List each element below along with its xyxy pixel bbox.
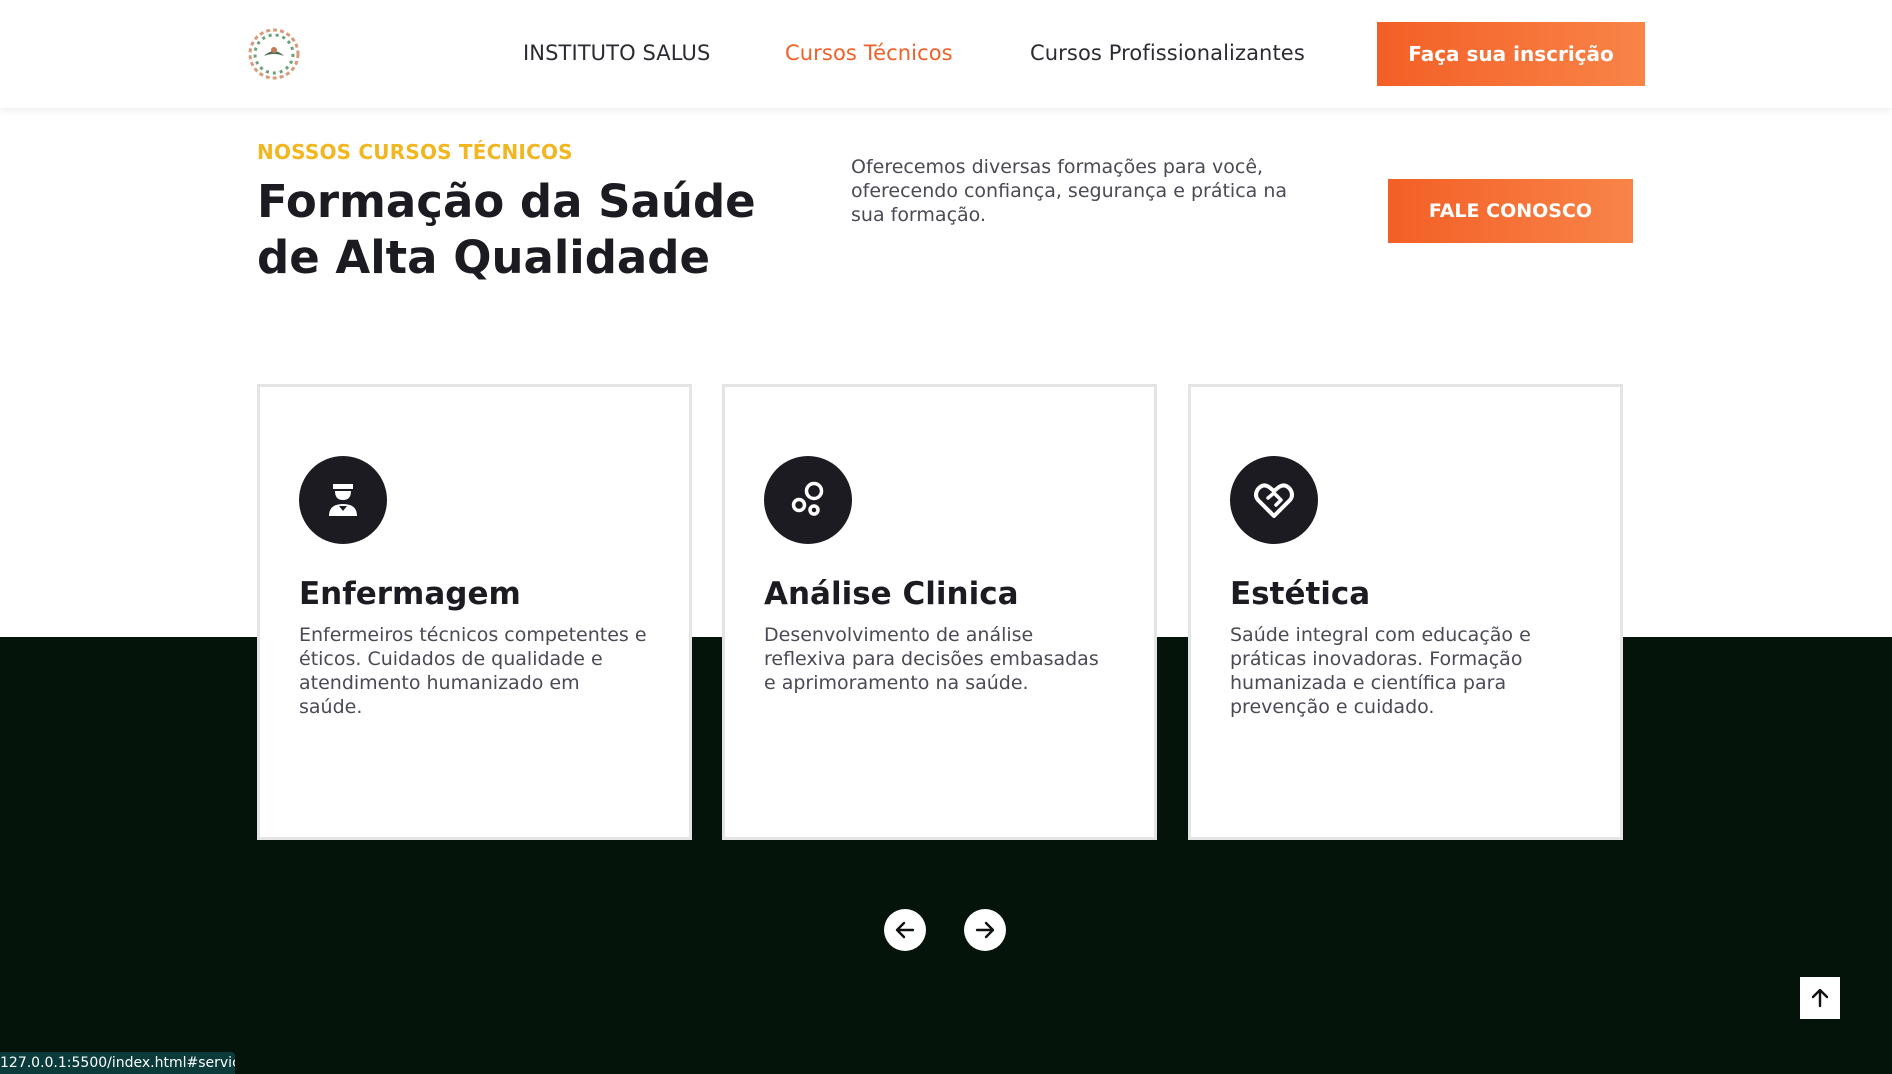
nav-instituto-salus[interactable]: INSTITUTO SALUS xyxy=(523,41,710,65)
card-title: Análise Clinica xyxy=(764,576,1019,612)
back-to-top-button[interactable] xyxy=(1800,977,1840,1019)
card-text: Enfermeiros técnicos competentes e ético… xyxy=(299,624,647,718)
logo[interactable] xyxy=(244,24,304,84)
card-title: Estética xyxy=(1230,576,1371,612)
browser-status-url: 127.0.0.1:5500/index.html#services xyxy=(0,1052,235,1074)
course-card-estetica[interactable]: Estética Saúde integral com educação e p… xyxy=(1188,384,1623,840)
nav-cursos-profissionalizantes[interactable]: Cursos Profissionalizantes xyxy=(1030,41,1305,65)
signup-button[interactable]: Faça sua inscrição xyxy=(1377,22,1645,86)
bubbles-icon xyxy=(764,456,852,544)
arrow-right-icon xyxy=(975,921,995,939)
contact-button[interactable]: FALE CONOSCO xyxy=(1388,179,1633,243)
carousel-next-button[interactable] xyxy=(964,909,1006,951)
course-card-analise-clinica[interactable]: Análise Clinica Desenvolvimento de análi… xyxy=(722,384,1157,840)
card-text: Saúde integral com educação e práticas i… xyxy=(1230,624,1531,718)
section-intro: Oferecemos diversas formações para você,… xyxy=(851,156,1288,226)
course-card-enfermagem[interactable]: Enfermagem Enfermeiros técnicos competen… xyxy=(257,384,692,840)
nav-cursos-tecnicos[interactable]: Cursos Técnicos xyxy=(785,41,953,65)
card-text: Desenvolvimento de análise reflexiva par… xyxy=(764,624,1099,694)
arrow-up-icon xyxy=(1811,988,1829,1008)
nurse-icon xyxy=(299,456,387,544)
heart-handshake-icon xyxy=(1230,456,1318,544)
card-title: Enfermagem xyxy=(299,576,521,612)
section-eyebrow: NOSSOS CURSOS TÉCNICOS xyxy=(257,140,573,164)
section-heading: Formação da Saúde de Alta Qualidade xyxy=(257,175,756,284)
arrow-left-icon xyxy=(895,921,915,939)
carousel-prev-button[interactable] xyxy=(884,909,926,951)
logo-wreath-icon xyxy=(248,28,300,80)
site-header: INSTITUTO SALUS Cursos Técnicos Cursos P… xyxy=(0,0,1892,108)
